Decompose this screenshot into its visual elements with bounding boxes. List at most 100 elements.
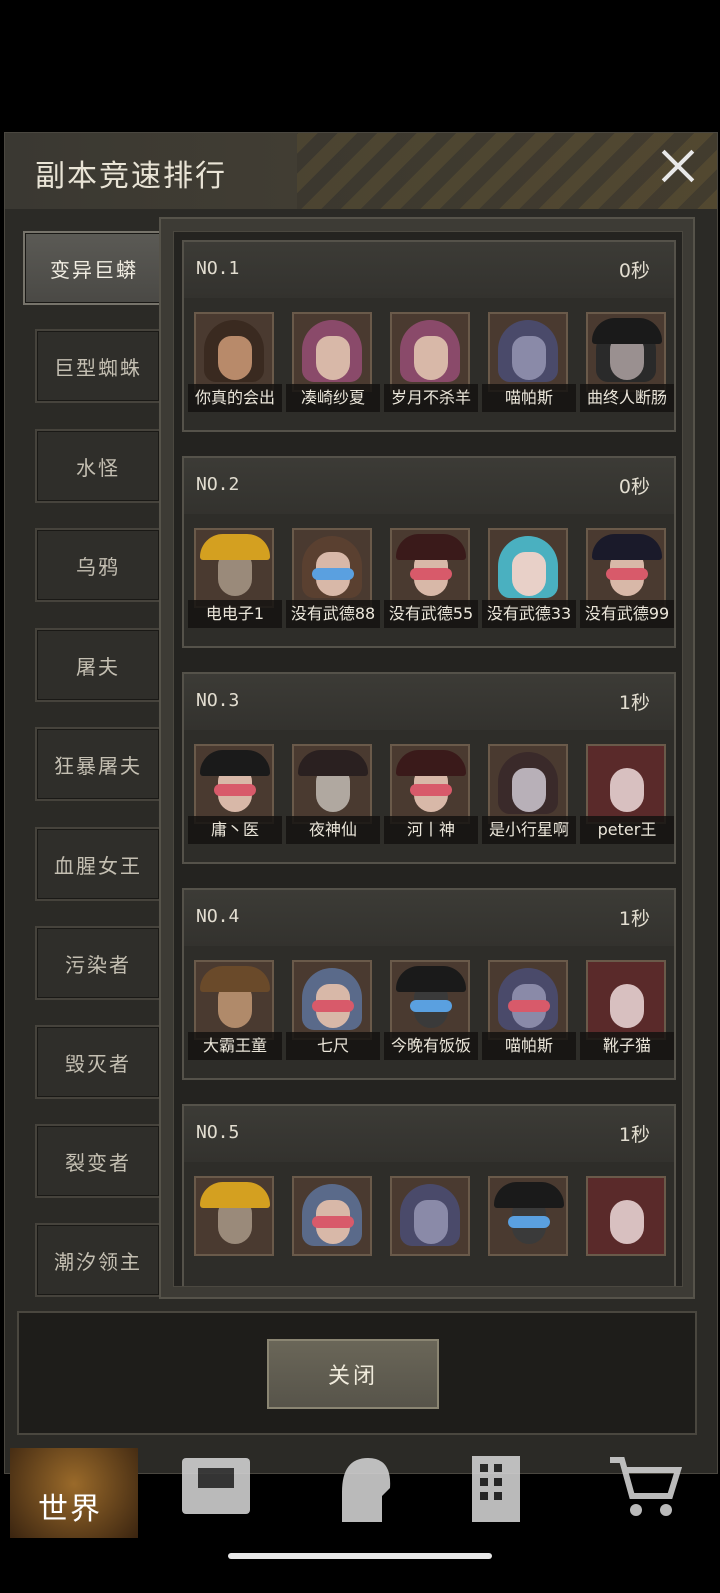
sidebar-item-tide-lord[interactable]: 潮汐领主 [35,1223,161,1297]
rank-header: NO.1 0秒 [184,242,674,298]
player-name: 今晚有饭饭 [384,1032,478,1060]
rank-number: NO.5 [196,1122,240,1143]
player-avatar [390,1176,470,1256]
rank-number: NO.2 [196,474,240,495]
player-slot[interactable] [586,1176,666,1280]
player-slot[interactable]: 没有武德33 [482,528,576,632]
dialog-header: 副本竞速排行 [5,133,717,209]
sidebar-item-crow[interactable]: 乌鸦 [35,528,161,602]
sidebar-item-fissioner[interactable]: 裂变者 [35,1124,161,1198]
player-slot[interactable]: 是小行星啊 [482,744,576,848]
player-avatar [586,960,666,1040]
ranking-list[interactable]: NO.1 0秒 你真的会出 凑崎纱夏 岁月不杀羊 喵帕斯 曲终人断肠 NO.2 … [173,231,683,1287]
player-slot[interactable]: 七尺 [286,960,380,1064]
sidebar-item-blood-queen[interactable]: 血腥女王 [35,827,161,901]
ranking-dialog: 副本竞速排行 变异巨蟒 巨型蜘蛛 水怪 乌鸦 屠夫 狂暴屠夫 血腥女王 污染者 … [4,132,718,1474]
player-name: 河丨神 [384,816,478,844]
player-avatar [488,1176,568,1256]
player-name: 大霸王童 [188,1032,282,1060]
player-name: 电电子1 [188,600,282,628]
player-slot[interactable]: 靴子猫 [580,960,674,1064]
player-slot[interactable]: 夜神仙 [286,744,380,848]
player-name: 岁月不杀羊 [384,384,478,412]
rank-time: 0秒 [618,476,650,498]
player-avatar [390,960,470,1040]
rank-time: 1秒 [618,908,650,930]
character-icon[interactable] [322,1452,402,1524]
player-slot[interactable]: peter王 [580,744,674,848]
player-slot[interactable]: 曲终人断肠 [580,312,674,416]
player-slot[interactable] [488,1176,568,1280]
player-slot[interactable]: 你真的会出 [188,312,282,416]
player-slot[interactable] [390,1176,470,1280]
player-avatar [292,960,372,1040]
player-slot[interactable]: 庸丶医 [188,744,282,848]
player-avatar [586,744,666,824]
player-avatar [390,528,470,608]
close-icon[interactable] [660,148,696,184]
player-slot[interactable]: 大霸王童 [188,960,282,1064]
player-slot[interactable] [194,1176,274,1280]
player-avatar [194,312,274,392]
player-avatar [488,960,568,1040]
player-slot[interactable]: 没有武德55 [384,528,478,632]
player-slot[interactable]: 没有武德99 [580,528,674,632]
player-name: 凑崎纱夏 [286,384,380,412]
player-slot[interactable]: 电电子1 [188,528,282,632]
player-name: 没有武德88 [286,600,380,628]
rank-header: NO.3 1秒 [184,674,674,730]
player-slot[interactable]: 岁月不杀羊 [384,312,478,416]
player-name: 七尺 [286,1032,380,1060]
player-avatar [292,312,372,392]
rank-card: NO.1 0秒 你真的会出 凑崎纱夏 岁月不杀羊 喵帕斯 曲终人断肠 [182,240,676,432]
player-slot[interactable]: 河丨神 [384,744,478,848]
nav-world[interactable]: 世界 [10,1448,138,1538]
player-avatar [292,1176,372,1256]
player-name: 夜神仙 [286,816,380,844]
player-avatar [488,528,568,608]
player-name: 没有武德99 [580,600,674,628]
rank-card: NO.4 1秒 大霸王童 七尺 今晚有饭饭 喵帕斯 靴子猫 [182,888,676,1080]
player-avatar [586,528,666,608]
player-slot[interactable]: 今晚有饭饭 [384,960,478,1064]
sidebar-item-destroyer[interactable]: 毁灭者 [35,1025,161,1099]
rank-header: NO.2 0秒 [184,458,674,514]
building-icon[interactable] [466,1452,546,1524]
dialog-title: 副本竞速排行 [35,159,227,194]
player-slot[interactable]: 喵帕斯 [482,312,576,416]
player-avatar [390,312,470,392]
player-avatar [194,528,274,608]
rank-number: NO.1 [196,258,240,279]
sidebar-item-berserk-butcher[interactable]: 狂暴屠夫 [35,727,161,801]
sidebar-item-butcher[interactable]: 屠夫 [35,628,161,702]
player-name: peter王 [580,816,674,844]
player-name: 喵帕斯 [482,1032,576,1060]
player-avatar [488,744,568,824]
backpack-icon[interactable] [176,1452,256,1524]
player-name: 是小行星啊 [482,816,576,844]
rank-time: 1秒 [618,1124,650,1146]
player-avatar [586,1176,666,1256]
player-avatar [586,312,666,392]
rank-header: NO.5 1秒 [184,1106,674,1162]
shop-cart-icon[interactable] [606,1452,686,1524]
player-avatar [390,744,470,824]
player-avatar [194,960,274,1040]
rank-number: NO.3 [196,690,240,711]
player-slot[interactable] [292,1176,372,1280]
rank-card: NO.5 1秒 [182,1104,676,1286]
sidebar-item-giant-spider[interactable]: 巨型蜘蛛 [35,329,161,403]
home-indicator[interactable] [228,1553,492,1559]
bottom-nav: 世界 [0,1446,720,1538]
player-name: 靴子猫 [580,1032,674,1060]
rank-card: NO.3 1秒 庸丶医 夜神仙 河丨神 是小行星啊 peter王 [182,672,676,864]
player-slot[interactable]: 喵帕斯 [482,960,576,1064]
sidebar-item-polluter[interactable]: 污染者 [35,926,161,1000]
player-slot[interactable]: 凑崎纱夏 [286,312,380,416]
hazard-stripes [297,133,717,209]
player-avatar [194,1176,274,1256]
close-button[interactable]: 关闭 [267,1339,439,1409]
sidebar-item-mutant-python[interactable]: 变异巨蟒 [23,231,165,305]
sidebar-item-water-monster[interactable]: 水怪 [35,429,161,503]
player-slot[interactable]: 没有武德88 [286,528,380,632]
